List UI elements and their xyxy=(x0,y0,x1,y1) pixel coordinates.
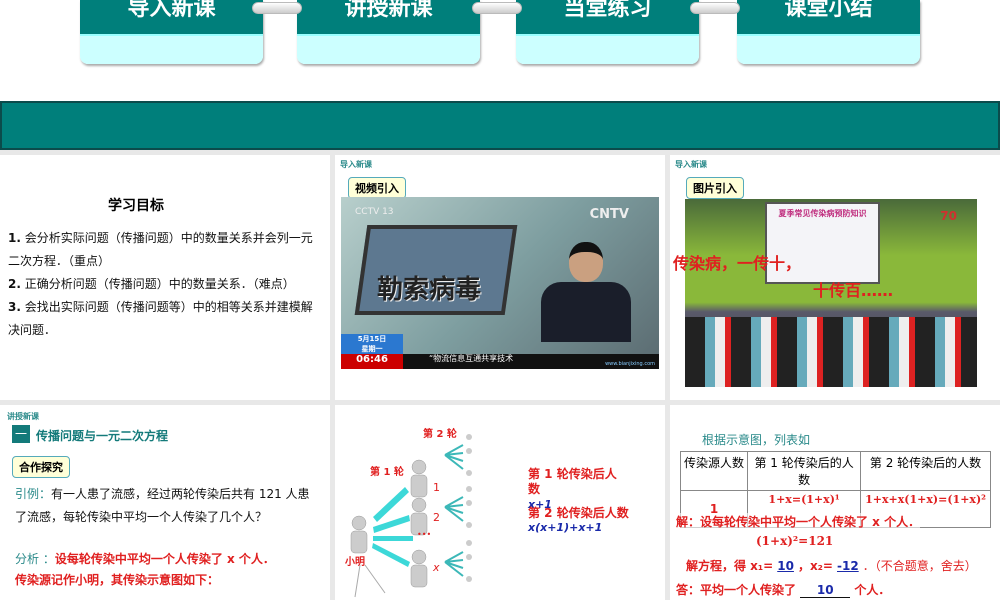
slide-spread-problem[interactable]: 讲授新课 一 传播问题与一元二次方程 合作探究 引例：有一人患了流感，经过两轮传… xyxy=(0,405,330,600)
person-label: 2 xyxy=(433,511,440,524)
section-tag: 讲授新课 xyxy=(7,412,39,421)
person-icon xyxy=(350,515,368,554)
time-box: 06:46 xyxy=(341,354,403,369)
source-label: 小明 xyxy=(345,557,365,568)
round-1-result-label: 第 1 轮传染后人数 xyxy=(528,467,617,496)
slide-learning-goals[interactable]: 学习目标 1. 会分析实际问题（传播问题）中的数量关系并会列一元二次方程．（重点… xyxy=(0,155,330,400)
round-2-label: 第 2 轮 xyxy=(423,429,457,440)
anniversary-badge: 70 xyxy=(940,209,957,223)
round-1-label: 第 1 轮 xyxy=(370,467,404,478)
slide-solution[interactable]: 根据示意图，列表如下： 传染源人数第 1 轮传染后的人数第 2 轮传染后的人数 … xyxy=(670,405,1000,600)
tab-label: 课堂小结 xyxy=(737,0,920,36)
caption-line-2: 十传百…… xyxy=(813,281,894,300)
students xyxy=(685,317,977,387)
tab-label: 当堂练习 xyxy=(516,0,699,36)
cooperative-inquiry-pill: 合作探究 xyxy=(12,456,70,478)
solution-setup: 解：设每轮传染中平均一个人传染了 x 个人． xyxy=(676,513,921,530)
section-number: 一 xyxy=(12,425,30,443)
person-label: 1 xyxy=(433,481,440,494)
equation: (1+x)²=121 xyxy=(756,534,834,548)
ring-connector xyxy=(690,2,740,14)
headline: 勒索病毒 xyxy=(377,275,482,305)
slide-grid: 学习目标 1. 会分析实际问题（传播问题）中的数量关系并会列一元二次方程．（重点… xyxy=(0,150,1000,600)
ring-connector xyxy=(472,2,522,14)
person-icon xyxy=(410,459,428,498)
caption-line-1: 传染病，一传十， xyxy=(673,254,802,273)
anchor xyxy=(541,242,631,352)
ticker: “物流信息互通共享技术 www.bianjixing.com xyxy=(403,354,659,369)
answer-line: 答：平均一个人传染了 10 个人． xyxy=(676,583,891,598)
spread-diagram xyxy=(350,434,472,598)
example-label: 引例： xyxy=(15,487,52,501)
analysis: 分析 ：设每轮传染中平均一个人传染了 x 个人． xyxy=(15,552,275,566)
tab-label: 讲授新课 xyxy=(297,0,480,36)
nav-tab-lecture[interactable]: 讲授新课 xyxy=(297,0,480,64)
diagram-note: 传染源记作小明，其传染示意图如下： xyxy=(15,573,220,587)
roots-line: 解方程，得 x₁= 10 ，x₂= -12 ．（不合题意，舍去） xyxy=(686,559,977,573)
section-tag: 导入新课 xyxy=(675,160,707,169)
goal-item: 3. 会找出实际问题（传播问题等）中的相等关系并建模解决问题． xyxy=(8,300,313,337)
date-box: 5月15日 星期一 xyxy=(341,334,403,354)
table-header: 传染源人数 xyxy=(679,451,749,491)
nav-tab-summary[interactable]: 课堂小结 xyxy=(737,0,920,64)
slide-title: 学习目标 xyxy=(108,198,164,214)
tab-label: 导入新课 xyxy=(80,0,263,36)
picture-intro-pill: 图片引入 xyxy=(686,177,744,199)
slide-picture-intro[interactable]: 导入新课 图片引入 夏季常见传染病预防知识 70 传染病，一传十， 十传百…… xyxy=(670,155,1000,400)
round-2-result-value: x(x+1)+x+1 xyxy=(528,521,603,534)
video-intro-pill: 视频引入 xyxy=(348,177,406,199)
example-text: 有一人患了流感，经过两轮传染后共有 121 人患了流感，每轮传染中平均一个人传染… xyxy=(15,487,310,524)
news-video[interactable]: CCTV 13 CNTV 勒索病毒 5月15日 星期一 06:46 “物流信息互通… xyxy=(341,197,659,369)
goal-item: 1. 会分析实际问题（传播问题）中的数量关系并会列一元二次方程．（重点） xyxy=(8,231,313,268)
table-header: 第 1 轮传染后的人数 xyxy=(747,451,862,491)
section-tag: 导入新课 xyxy=(340,160,372,169)
section-title: 传播问题与一元二次方程 xyxy=(36,429,169,443)
nav-tab-intro[interactable]: 导入新课 xyxy=(80,0,263,64)
slide-video-intro[interactable]: 导入新课 视频引入 CCTV 13 CNTV 勒索病毒 5月15日 星期一 06:… xyxy=(335,155,665,400)
person-icon xyxy=(410,549,428,588)
person-label: x xyxy=(433,561,440,574)
round-2-result-label: 第 2 轮传染后人数 xyxy=(528,506,629,520)
channel-logo: CCTV 13 xyxy=(355,207,394,217)
ring-connector xyxy=(252,2,302,14)
title-bar xyxy=(0,101,1000,150)
cntv-logo: CNTV xyxy=(589,207,629,222)
goal-item: 2. 正确分析问题（传播问题）中的数量关系．（难点） xyxy=(8,277,295,291)
ellipsis: ••• xyxy=(417,530,432,539)
nav-tab-practice[interactable]: 当堂练习 xyxy=(516,0,699,64)
slide-spread-diagram[interactable]: 第 2 轮 第 1 轮 1 2 ••• x 小明 第 1 轮传染后人数 x+1 … xyxy=(335,405,665,600)
table-header: 第 2 轮传染后的人数 xyxy=(860,451,991,491)
